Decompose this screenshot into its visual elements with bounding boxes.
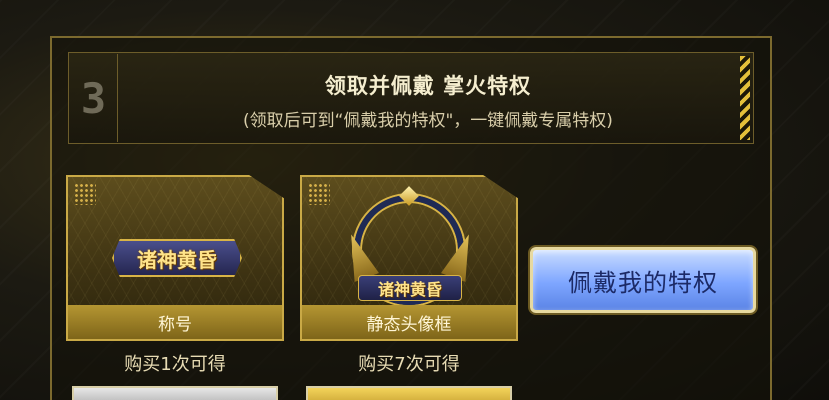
- wear-privilege-button[interactable]: 佩戴我的特权: [530, 247, 756, 313]
- reward-card-title[interactable]: 诸神黄昏 称号: [66, 175, 284, 341]
- avatar-frame-badge: 诸神黄昏: [358, 275, 462, 301]
- dot-grid-icon: [74, 183, 96, 205]
- reward-name: 称号: [68, 305, 282, 339]
- reward-condition: 购买1次可得: [124, 354, 226, 375]
- section-subtitle: (领取后可到“佩戴我的特权"，一键佩戴专属特权): [243, 111, 613, 131]
- hazard-stripe-decoration: [740, 56, 750, 140]
- section-title: 领取并佩戴 掌火特权: [324, 74, 532, 98]
- reward-card-gold[interactable]: [306, 386, 512, 400]
- step-number: 3: [70, 54, 118, 142]
- dot-grid-icon: [308, 183, 330, 205]
- reward-condition: 购买7次可得: [358, 354, 460, 375]
- reward-card-silver[interactable]: [72, 386, 278, 400]
- reward-card-avatar-frame[interactable]: 诸神黄昏 静态头像框: [300, 175, 518, 341]
- title-badge-image: 诸神黄昏: [112, 239, 242, 277]
- reward-name: 静态头像框: [302, 305, 516, 339]
